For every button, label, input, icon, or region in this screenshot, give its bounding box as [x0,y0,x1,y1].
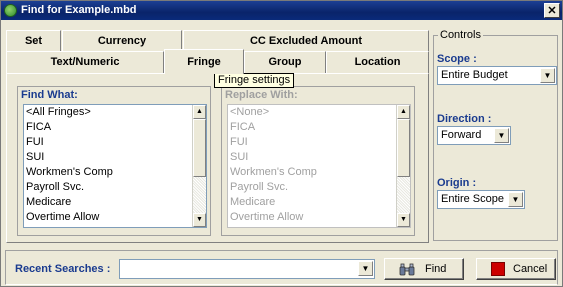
list-item: FUI [230,136,248,148]
find-what-items: <All Fringes> FICA FUI SUI Workmen's Comp Pay… [24,105,206,225]
list-item: FICA [230,121,256,133]
origin-value: Entire Scope [441,193,504,205]
list-item[interactable]: Medicare [24,195,206,210]
find-button-label: Find [425,263,447,275]
list-item[interactable]: Payroll Svc. [24,180,206,195]
red-square-icon [491,262,505,283]
list-item[interactable]: SUI [24,150,206,165]
fringe-tooltip: Fringe settings [214,73,295,88]
origin-select[interactable]: Entire Scope ▼ [437,190,525,209]
tab-location[interactable]: Location [326,51,429,73]
scroll-up-button[interactable]: ▲ [193,105,206,119]
title-bar: Find for Example.mbd ✕ [1,1,562,20]
replace-with-items: <None> FICA FUI SUI Workmen's Comp Payroll Sv… [228,105,410,225]
replace-with-label: Replace With: [225,89,298,101]
list-item[interactable]: FICA [24,120,206,135]
tab-set[interactable]: Set [6,30,61,52]
list-item: <None> [230,106,270,118]
scope-select[interactable]: Entire Budget ▼ [437,66,557,85]
tab-fringe[interactable]: Fringe [164,49,244,74]
find-what-list[interactable]: <All Fringes> FICA FUI SUI Workmen's Comp Pay… [23,104,207,228]
tab-text-numeric[interactable]: Text/Numeric [6,51,164,73]
chevron-down-icon[interactable]: ▼ [508,192,523,207]
tab-label: CC Excluded Amount [249,35,363,47]
close-button[interactable]: ✕ [544,3,560,18]
tab-label: Group [268,56,302,68]
scope-label: Scope : [437,53,477,65]
origin-label: Origin : [437,177,477,189]
replace-with-list: <None> FICA FUI SUI Workmen's Comp Payroll Sv… [227,104,411,228]
scope-value: Entire Budget [441,69,508,81]
recent-searches-label: Recent Searches : [15,263,111,275]
direction-value: Forward [441,129,482,141]
list-item: Overtime Allow [230,211,304,223]
tab-label: Fringe [187,56,221,68]
replace-with-scrollbar: ▲ ▼ [396,105,410,227]
tab-label: Text/Numeric [50,56,120,68]
chevron-down-icon[interactable]: ▼ [540,68,555,83]
scroll-track [397,177,410,215]
scroll-down-button: ▼ [397,213,410,227]
controls-title: Controls [438,29,483,41]
tab-label: Set [24,35,43,47]
find-what-scrollbar[interactable]: ▲ ▼ [192,105,206,227]
list-item[interactable]: Workmen's Comp [24,165,206,180]
tab-group[interactable]: Group [244,51,326,73]
direction-select[interactable]: Forward ▼ [437,126,511,145]
scroll-thumb[interactable] [193,119,206,177]
tab-label: Location [354,56,401,68]
scroll-down-button[interactable]: ▼ [193,213,206,227]
direction-label: Direction : [437,113,492,125]
window-title: Find for Example.mbd [21,4,137,16]
scroll-up-button: ▲ [397,105,410,119]
list-item: Payroll Svc. [230,181,289,193]
scroll-track[interactable] [193,177,206,215]
find-what-label: Find What: [21,89,78,101]
find-button[interactable]: Find [384,258,464,280]
binoculars-icon [399,263,415,284]
app-icon [4,4,17,17]
list-item: Workmen's Comp [230,166,317,178]
chevron-down-icon[interactable]: ▼ [358,261,373,276]
tab-label: Currency [97,35,147,47]
list-item: SUI [230,151,249,163]
list-item: Medicare [230,196,276,208]
list-item[interactable]: FUI [24,135,206,150]
cancel-button-label: Cancel [513,263,548,275]
list-item[interactable]: <All Fringes> [24,105,206,120]
find-dialog: Find for Example.mbd ✕ Set Currency CC E… [0,0,563,287]
cancel-button[interactable]: Cancel [476,258,556,280]
scroll-thumb [397,119,410,177]
chevron-down-icon[interactable]: ▼ [494,128,509,143]
recent-searches-combo[interactable]: ▼ [119,259,375,279]
list-item[interactable]: Overtime Allow [24,210,206,225]
